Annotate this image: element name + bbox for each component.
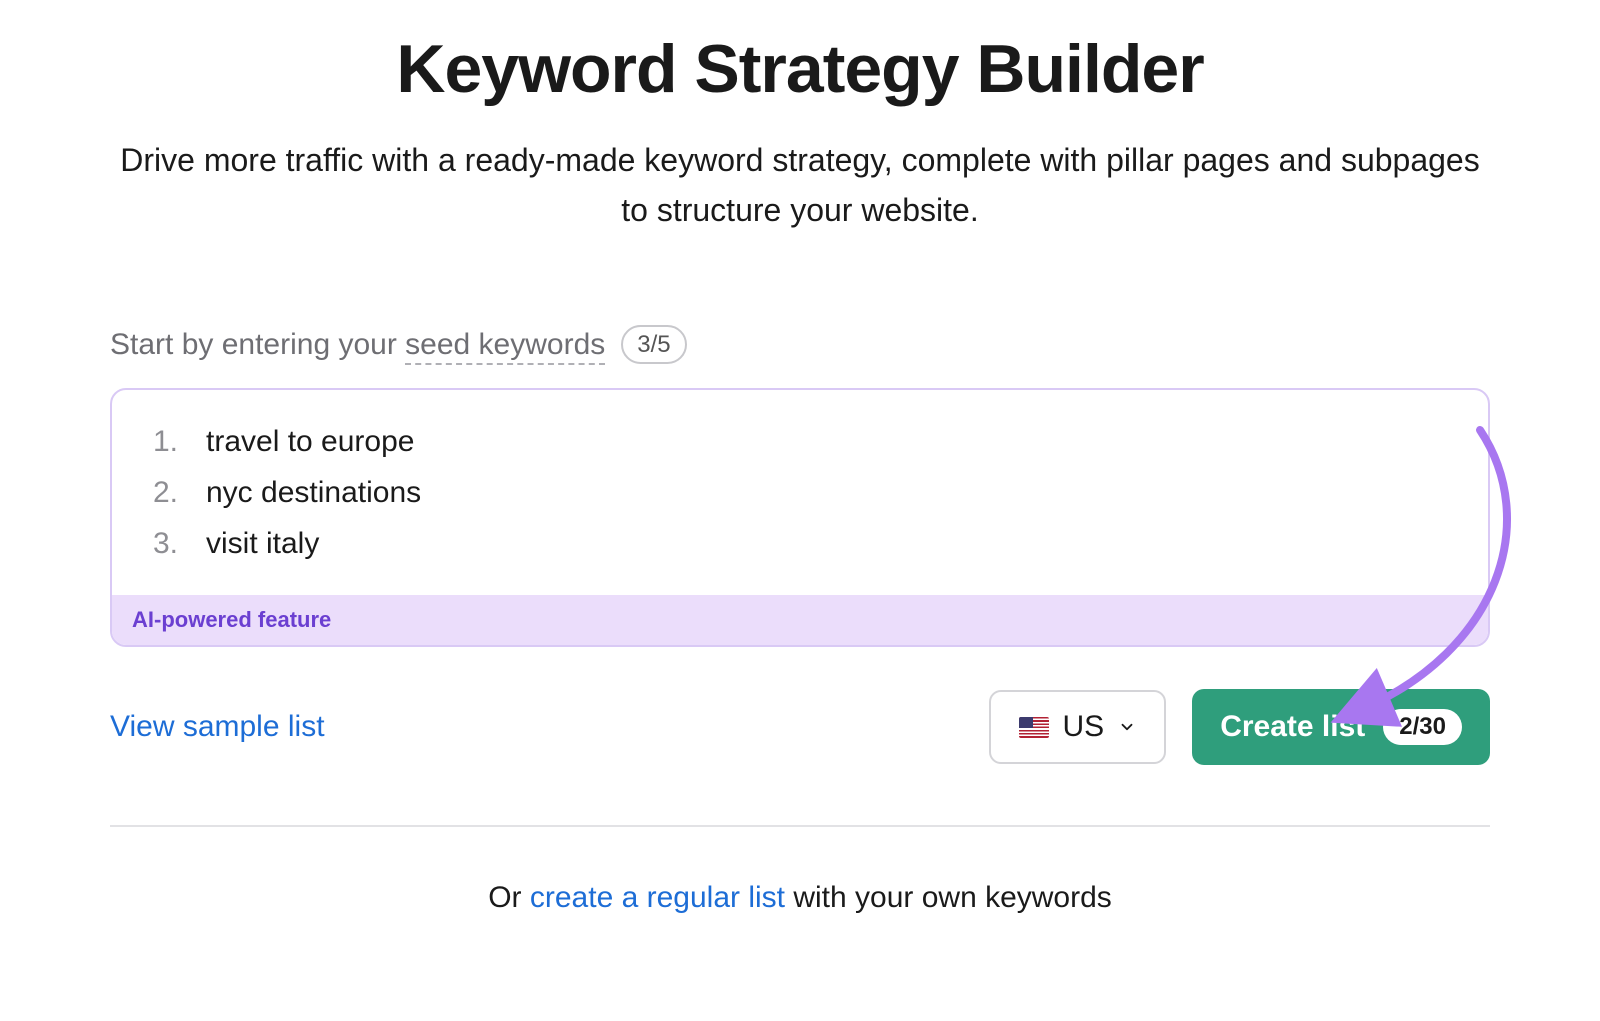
- us-flag-icon: [1019, 717, 1049, 738]
- divider: [110, 825, 1490, 827]
- create-regular-list-link[interactable]: create a regular list: [530, 881, 785, 914]
- seed-label-prefix: Start by entering your: [110, 328, 405, 361]
- seed-label-row: Start by entering your seed keywords 3/5: [110, 325, 1490, 364]
- page-title: Keyword Strategy Builder: [110, 30, 1490, 108]
- list-index: 3.: [148, 518, 178, 569]
- alt-suffix: with your own keywords: [785, 881, 1112, 914]
- create-list-button[interactable]: Create list 2/30: [1192, 689, 1490, 765]
- country-code: US: [1063, 710, 1105, 744]
- alt-row: Or create a regular list with your own k…: [110, 881, 1490, 915]
- create-list-label: Create list: [1220, 710, 1365, 744]
- ai-powered-badge: AI-powered feature: [112, 595, 1488, 645]
- list-index: 1.: [148, 416, 178, 467]
- keyword-text: nyc destinations: [206, 467, 421, 518]
- list-item[interactable]: 3. visit italy: [148, 518, 1452, 569]
- alt-prefix: Or: [488, 881, 530, 914]
- seed-input-card[interactable]: 1. travel to europe 2. nyc destinations …: [110, 388, 1490, 647]
- seed-label: Start by entering your seed keywords: [110, 328, 605, 362]
- keyword-text: visit italy: [206, 518, 319, 569]
- page-subtitle: Drive more traffic with a ready-made key…: [110, 136, 1490, 235]
- list-item[interactable]: 1. travel to europe: [148, 416, 1452, 467]
- view-sample-link[interactable]: View sample list: [110, 710, 325, 744]
- seed-count-badge: 3/5: [621, 325, 686, 364]
- chevron-down-icon: [1118, 718, 1136, 736]
- country-select[interactable]: US: [989, 690, 1167, 764]
- create-list-count: 2/30: [1383, 709, 1462, 745]
- seed-label-term: seed keywords: [405, 328, 605, 365]
- list-item[interactable]: 2. nyc destinations: [148, 467, 1452, 518]
- list-index: 2.: [148, 467, 178, 518]
- keyword-text: travel to europe: [206, 416, 414, 467]
- keyword-list[interactable]: 1. travel to europe 2. nyc destinations …: [112, 390, 1488, 595]
